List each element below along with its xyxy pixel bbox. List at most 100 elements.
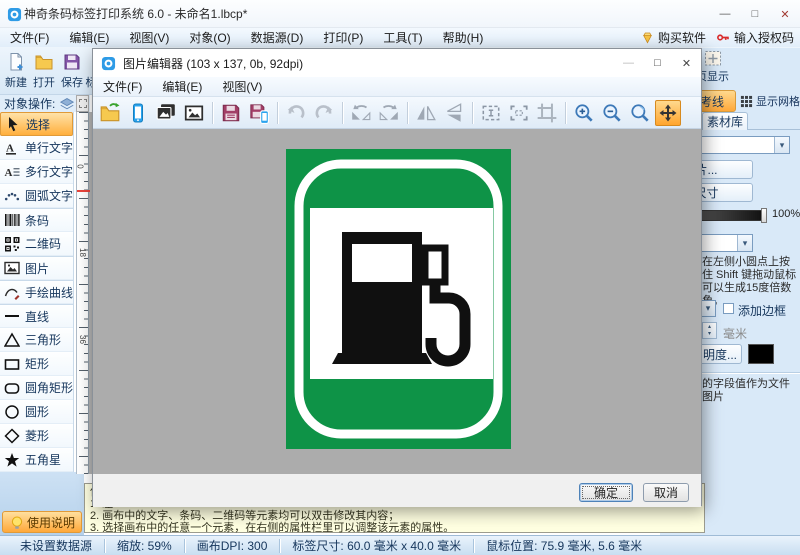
- page-display-icon: [703, 50, 723, 67]
- ok-button[interactable]: 确定: [579, 483, 633, 502]
- zoom-in-button[interactable]: [571, 100, 597, 126]
- editor-canvas[interactable]: [93, 129, 701, 474]
- border-width-stepper[interactable]: ▴ ▾: [702, 322, 717, 339]
- tool-select[interactable]: 选择: [0, 112, 73, 136]
- dialog-menu-view[interactable]: 视图(V): [212, 78, 272, 95]
- menu-tools[interactable]: 工具(T): [373, 29, 432, 46]
- tool-picture[interactable]: 图片: [0, 256, 73, 280]
- tool-arc-text[interactable]: 圆弧文字: [0, 184, 73, 208]
- usage-help-button[interactable]: 使用说明: [2, 511, 82, 533]
- color-swatch[interactable]: [748, 344, 774, 364]
- redo-button[interactable]: [311, 100, 337, 126]
- phone-icon: [128, 102, 148, 124]
- dialog-minimize-button[interactable]: —: [614, 49, 643, 77]
- load-from-phone-button[interactable]: [125, 100, 151, 126]
- tool-star[interactable]: 五角星: [0, 448, 73, 472]
- dialog-title: 图片编辑器 (103 x 137, 0b, 92dpi): [123, 55, 303, 72]
- material-library-tab[interactable]: 素材库: [702, 112, 748, 130]
- tool-qrcode[interactable]: 二维码: [0, 232, 73, 256]
- tool-rectangle[interactable]: 矩形: [0, 352, 73, 376]
- cancel-button[interactable]: 取消: [643, 483, 689, 502]
- add-border-label: 添加边框: [738, 302, 786, 319]
- object-tool-list: 选择 A 单行文字 A 多行文字 圆弧文字 条码 二维码 图片 手绘曲线 直线 …: [0, 112, 74, 472]
- open-image-button[interactable]: [97, 100, 123, 126]
- gas-station-sign-image: [286, 149, 511, 449]
- maximize-button[interactable]: □: [740, 0, 770, 28]
- image-size-button[interactable]: [506, 100, 532, 126]
- vertical-ruler: 0 18 36: [76, 112, 89, 474]
- curve-icon: [3, 284, 21, 300]
- menu-view[interactable]: 视图(V): [119, 29, 179, 46]
- key-icon: [716, 30, 731, 45]
- canvas-size-button[interactable]: [478, 100, 504, 126]
- tool-single-line-text[interactable]: A 单行文字: [0, 136, 73, 160]
- status-bar: 未设置数据源 缩放: 59% 画布DPI: 300 标签尺寸: 60.0 毫米 …: [0, 535, 800, 555]
- flip-vertical-button[interactable]: [441, 100, 467, 126]
- dpi-status: 画布DPI: 300: [185, 537, 280, 554]
- save-floppy-icon: [220, 102, 242, 124]
- dialog-menubar: 文件(F) 编辑(E) 视图(V): [93, 77, 701, 97]
- fit-to-window-button[interactable]: [655, 100, 681, 126]
- capture-image-button[interactable]: [181, 100, 207, 126]
- open-button[interactable]: 打开: [30, 50, 58, 92]
- close-button[interactable]: ✕: [770, 0, 800, 28]
- diamond-icon: [3, 428, 21, 444]
- help-line: 2. 画布中的文字、条码、二维码等元素均可以双击修改其内容；: [90, 510, 699, 522]
- save-to-phone-button[interactable]: [246, 100, 272, 126]
- menu-file[interactable]: 文件(F): [0, 29, 59, 46]
- menu-help[interactable]: 帮助(H): [433, 29, 494, 46]
- zoom-original-icon: [629, 102, 651, 124]
- menu-print[interactable]: 打印(P): [313, 29, 373, 46]
- scale-slider-thumb[interactable]: [761, 208, 767, 223]
- grid-icon: [740, 95, 753, 108]
- fit-to-window-icon: [658, 103, 678, 123]
- zoom-out-icon: [601, 102, 623, 124]
- gallery-button[interactable]: [153, 100, 179, 126]
- ruler-origin-box: [76, 95, 89, 112]
- dialog-menu-file[interactable]: 文件(F): [93, 78, 152, 95]
- dialog-close-button[interactable]: ✕: [672, 49, 701, 77]
- buy-software-button[interactable]: 购买软件: [640, 29, 706, 46]
- chevron-down-icon: ▾: [700, 301, 715, 316]
- new-button[interactable]: 新建: [2, 50, 30, 92]
- tool-multi-line-text[interactable]: A 多行文字: [0, 160, 73, 184]
- main-titlebar: 神奇条码标签打印系统 6.0 - 未命名1.lbcp* — □ ✕: [0, 0, 800, 28]
- tool-freehand-curve[interactable]: 手绘曲线: [0, 280, 73, 304]
- dialog-maximize-button[interactable]: □: [643, 49, 672, 77]
- crop-icon: [536, 102, 558, 124]
- app-icon: [7, 7, 22, 22]
- tool-diamond[interactable]: 菱形: [0, 424, 73, 448]
- menu-datasource[interactable]: 数据源(D): [241, 29, 314, 46]
- enter-license-button[interactable]: 输入授权码: [716, 29, 794, 46]
- zoom-out-button[interactable]: [599, 100, 625, 126]
- rotate-left-button[interactable]: [348, 100, 374, 126]
- save-image-button[interactable]: [218, 100, 244, 126]
- dialog-titlebar: 图片编辑器 (103 x 137, 0b, 92dpi) — □ ✕: [93, 49, 701, 77]
- chevron-down-icon: ▾: [774, 137, 789, 153]
- dialog-menu-edit[interactable]: 编辑(E): [152, 78, 212, 95]
- undo-button[interactable]: [283, 100, 309, 126]
- menu-object[interactable]: 对象(O): [179, 29, 240, 46]
- qrcode-icon: [3, 236, 21, 252]
- tool-barcode[interactable]: 条码: [0, 208, 73, 232]
- tool-line[interactable]: 直线: [0, 304, 73, 328]
- barcode-icon: [3, 212, 21, 228]
- tool-circle[interactable]: 圆形: [0, 400, 73, 424]
- tool-triangle[interactable]: 三角形: [0, 328, 73, 352]
- svg-text:A: A: [5, 167, 13, 179]
- redo-icon: [313, 102, 335, 124]
- datasource-status[interactable]: 未设置数据源: [0, 537, 104, 554]
- add-border-checkbox[interactable]: [723, 303, 734, 314]
- show-grid-button[interactable]: 显示网格: [740, 90, 800, 112]
- rotate-right-button[interactable]: [376, 100, 402, 126]
- gem-icon: [640, 30, 655, 45]
- flip-horizontal-button[interactable]: [413, 100, 439, 126]
- tool-rounded-rectangle[interactable]: 圆角矩形: [0, 376, 73, 400]
- menu-edit[interactable]: 编辑(E): [59, 29, 119, 46]
- open-folder-icon: [99, 102, 121, 124]
- triangle-icon: [3, 332, 21, 348]
- zoom-original-button[interactable]: [627, 100, 653, 126]
- crop-button[interactable]: [534, 100, 560, 126]
- minimize-button[interactable]: —: [710, 0, 740, 28]
- new-document-icon: [6, 52, 26, 72]
